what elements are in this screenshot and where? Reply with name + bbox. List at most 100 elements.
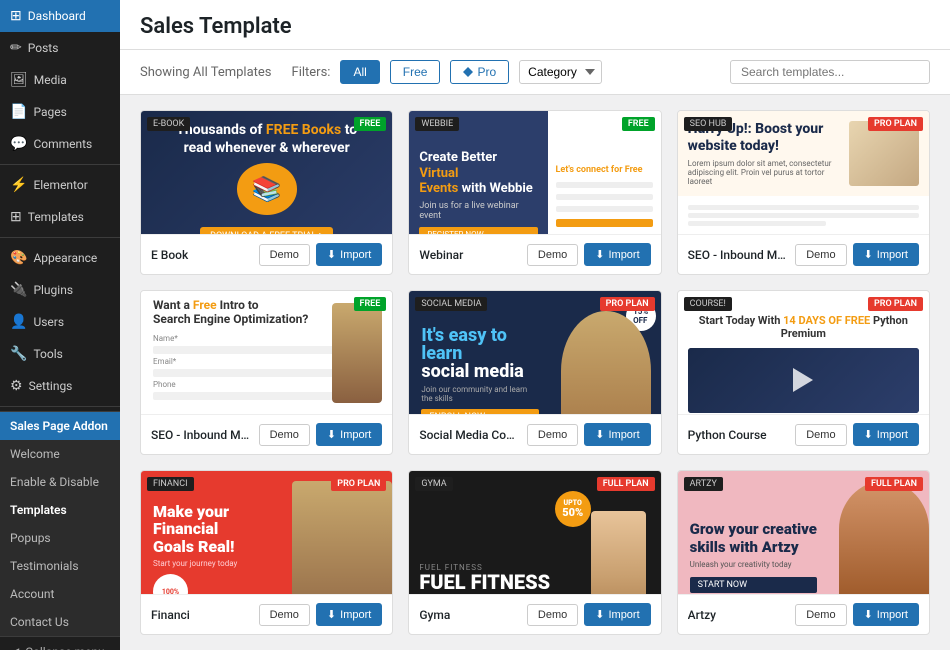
- template-preview-ebook: E-BOOK FREE Thousands of FREE Books tore…: [141, 111, 392, 234]
- sidebar-item-templates-addon[interactable]: Templates: [0, 496, 120, 524]
- sidebar-item-appearance[interactable]: 🎨 Appearance: [0, 242, 120, 274]
- sidebar-item-users[interactable]: 👤 Users: [0, 306, 120, 338]
- seo2-badge: FREE: [354, 297, 387, 311]
- pages-icon: 📄: [10, 104, 27, 120]
- seo1-demo-button[interactable]: Demo: [795, 244, 846, 266]
- template-card-seo1: SEO HUB PRO PLAN Hurry Up!: Boost yourwe…: [677, 110, 930, 275]
- template-card-seo2: FREE Want a Free Intro toSearch Engine O…: [140, 290, 393, 455]
- import-icon-social: ⬇: [595, 428, 604, 441]
- python-demo-button[interactable]: Demo: [795, 424, 846, 446]
- seo2-import-button[interactable]: ⬇ Import: [316, 423, 382, 446]
- gym-category: GYMA: [415, 477, 452, 491]
- gym-import-button[interactable]: ⬇ Import: [584, 603, 650, 626]
- sidebar-item-welcome[interactable]: Welcome: [0, 440, 120, 468]
- collapse-icon: ◀: [10, 645, 19, 650]
- social-demo-button[interactable]: Demo: [527, 424, 578, 446]
- sidebar-item-templates-main[interactable]: ⊞ Templates: [0, 201, 120, 233]
- seo1-badge: PRO PLAN: [868, 117, 923, 131]
- appearance-icon: 🎨: [10, 250, 27, 266]
- seo2-footer: SEO - Inbound Mark... Demo ⬇ Import: [141, 414, 392, 454]
- ebook-footer: E Book Demo ⬇ Import: [141, 234, 392, 274]
- templates-grid: E-BOOK FREE Thousands of FREE Books tore…: [120, 95, 950, 650]
- users-icon: 👤: [10, 314, 27, 330]
- webinar-import-button[interactable]: ⬇ Import: [584, 243, 650, 266]
- gym-demo-button[interactable]: Demo: [527, 604, 578, 626]
- sidebar-item-media[interactable]: 🖼 Media: [0, 64, 120, 96]
- ebook-name: E Book: [151, 248, 253, 262]
- artzy-badge: FULL PLAN: [865, 477, 923, 491]
- plugins-icon: 🔌: [10, 282, 27, 298]
- seo1-import-button[interactable]: ⬇ Import: [853, 243, 919, 266]
- finance-demo-button[interactable]: Demo: [259, 604, 310, 626]
- sidebar-item-plugins[interactable]: 🔌 Plugins: [0, 274, 120, 306]
- seo1-category: SEO HUB: [684, 117, 733, 131]
- sidebar-item-testimonials[interactable]: Testimonials: [0, 552, 120, 580]
- ebook-badge: FREE: [354, 117, 387, 131]
- python-badge: PRO PLAN: [868, 297, 923, 311]
- templates-main-icon: ⊞: [10, 209, 22, 225]
- sidebar-item-popups[interactable]: Popups: [0, 524, 120, 552]
- python-footer: Python Course Demo ⬇ Import: [678, 414, 929, 454]
- webinar-footer: Webinar Demo ⬇ Import: [409, 234, 660, 274]
- sidebar-item-elementor[interactable]: ⚡ Elementor: [0, 169, 120, 201]
- ebook-category: E-BOOK: [147, 117, 190, 131]
- import-icon-python: ⬇: [864, 428, 873, 441]
- sidebar-item-dashboard[interactable]: ⊞ Dashboard: [0, 0, 120, 32]
- finance-name: Financi: [151, 608, 253, 622]
- filter-free-button[interactable]: Free: [390, 60, 441, 84]
- seo2-demo-button[interactable]: Demo: [259, 424, 310, 446]
- sidebar-item-comments[interactable]: 💬 Comments: [0, 128, 120, 160]
- artzy-demo-button[interactable]: Demo: [795, 604, 846, 626]
- ebook-demo-button[interactable]: Demo: [259, 244, 310, 266]
- gym-badge: FULL PLAN: [597, 477, 655, 491]
- dashboard-icon: ⊞: [10, 8, 22, 24]
- sidebar-item-enable-disable[interactable]: Enable & Disable: [0, 468, 120, 496]
- import-icon-gym: ⬇: [595, 608, 604, 621]
- showing-label: Showing All Templates: [140, 65, 272, 80]
- category-filter-select[interactable]: Category: [519, 60, 602, 84]
- template-preview-gym: GYMA FULL PLAN UPTO 50% Fuel Fitness FUE…: [409, 471, 660, 594]
- sidebar-item-account[interactable]: Account: [0, 580, 120, 608]
- filter-pro-button[interactable]: Pro: [450, 60, 509, 84]
- page-title: Sales Template: [140, 14, 930, 39]
- finance-badge: PRO PLAN: [331, 477, 386, 491]
- sidebar-item-settings[interactable]: ⚙ Settings: [0, 370, 120, 402]
- search-input[interactable]: [730, 60, 930, 84]
- sidebar-item-posts[interactable]: ✏ Posts: [0, 32, 120, 64]
- template-preview-finance: FINANCI PRO PLAN Make yourFinancialGoals…: [141, 471, 392, 594]
- template-preview-social: SOCIAL MEDIA PRO PLAN It's easy to learn…: [409, 291, 660, 414]
- import-icon-webinar: ⬇: [595, 248, 604, 261]
- webinar-category: WEBBIE: [415, 117, 459, 131]
- social-badge: PRO PLAN: [600, 297, 655, 311]
- sidebar-item-tools[interactable]: 🔧 Tools: [0, 338, 120, 370]
- template-preview-artzy: ARTZY FULL PLAN Grow your creativeskills…: [678, 471, 929, 594]
- pro-diamond-icon: [463, 67, 473, 77]
- social-name: Social Media Course: [419, 428, 521, 442]
- sidebar-item-pages[interactable]: 📄 Pages: [0, 96, 120, 128]
- template-card-webinar: WEBBIE FREE Create Better VirtualEvents …: [408, 110, 661, 275]
- sidebar-item-contact-us[interactable]: Contact Us: [0, 608, 120, 636]
- python-name: Python Course: [688, 428, 790, 442]
- python-import-button[interactable]: ⬇ Import: [853, 423, 919, 446]
- template-preview-seo1: SEO HUB PRO PLAN Hurry Up!: Boost yourwe…: [678, 111, 929, 234]
- import-icon-finance: ⬇: [327, 608, 336, 621]
- finance-import-button[interactable]: ⬇ Import: [316, 603, 382, 626]
- social-footer: Social Media Course Demo ⬇ Import: [409, 414, 660, 454]
- social-import-button[interactable]: ⬇ Import: [584, 423, 650, 446]
- webinar-demo-button[interactable]: Demo: [527, 244, 578, 266]
- gym-footer: Gyma Demo ⬇ Import: [409, 594, 660, 634]
- import-icon-seo1: ⬇: [864, 248, 873, 261]
- python-category: COURSE!: [684, 297, 732, 311]
- template-preview-seo2: FREE Want a Free Intro toSearch Engine O…: [141, 291, 392, 414]
- seo1-footer: SEO - Inbound Mark... Demo ⬇ Import: [678, 234, 929, 274]
- collapse-menu-button[interactable]: ◀ Collapse menu: [0, 636, 120, 650]
- gym-name: Gyma: [419, 608, 521, 622]
- ebook-import-button[interactable]: ⬇ Import: [316, 243, 382, 266]
- template-card-artzy: ARTZY FULL PLAN Grow your creativeskills…: [677, 470, 930, 635]
- main-content: Sales Template Showing All Templates Fil…: [120, 0, 950, 650]
- filter-all-button[interactable]: All: [340, 60, 379, 84]
- filter-bar: Showing All Templates Filters: All Free …: [120, 50, 950, 95]
- elementor-icon: ⚡: [10, 177, 27, 193]
- template-card-python: COURSE! PRO PLAN Start Today With 14 DAY…: [677, 290, 930, 455]
- artzy-import-button[interactable]: ⬇ Import: [853, 603, 919, 626]
